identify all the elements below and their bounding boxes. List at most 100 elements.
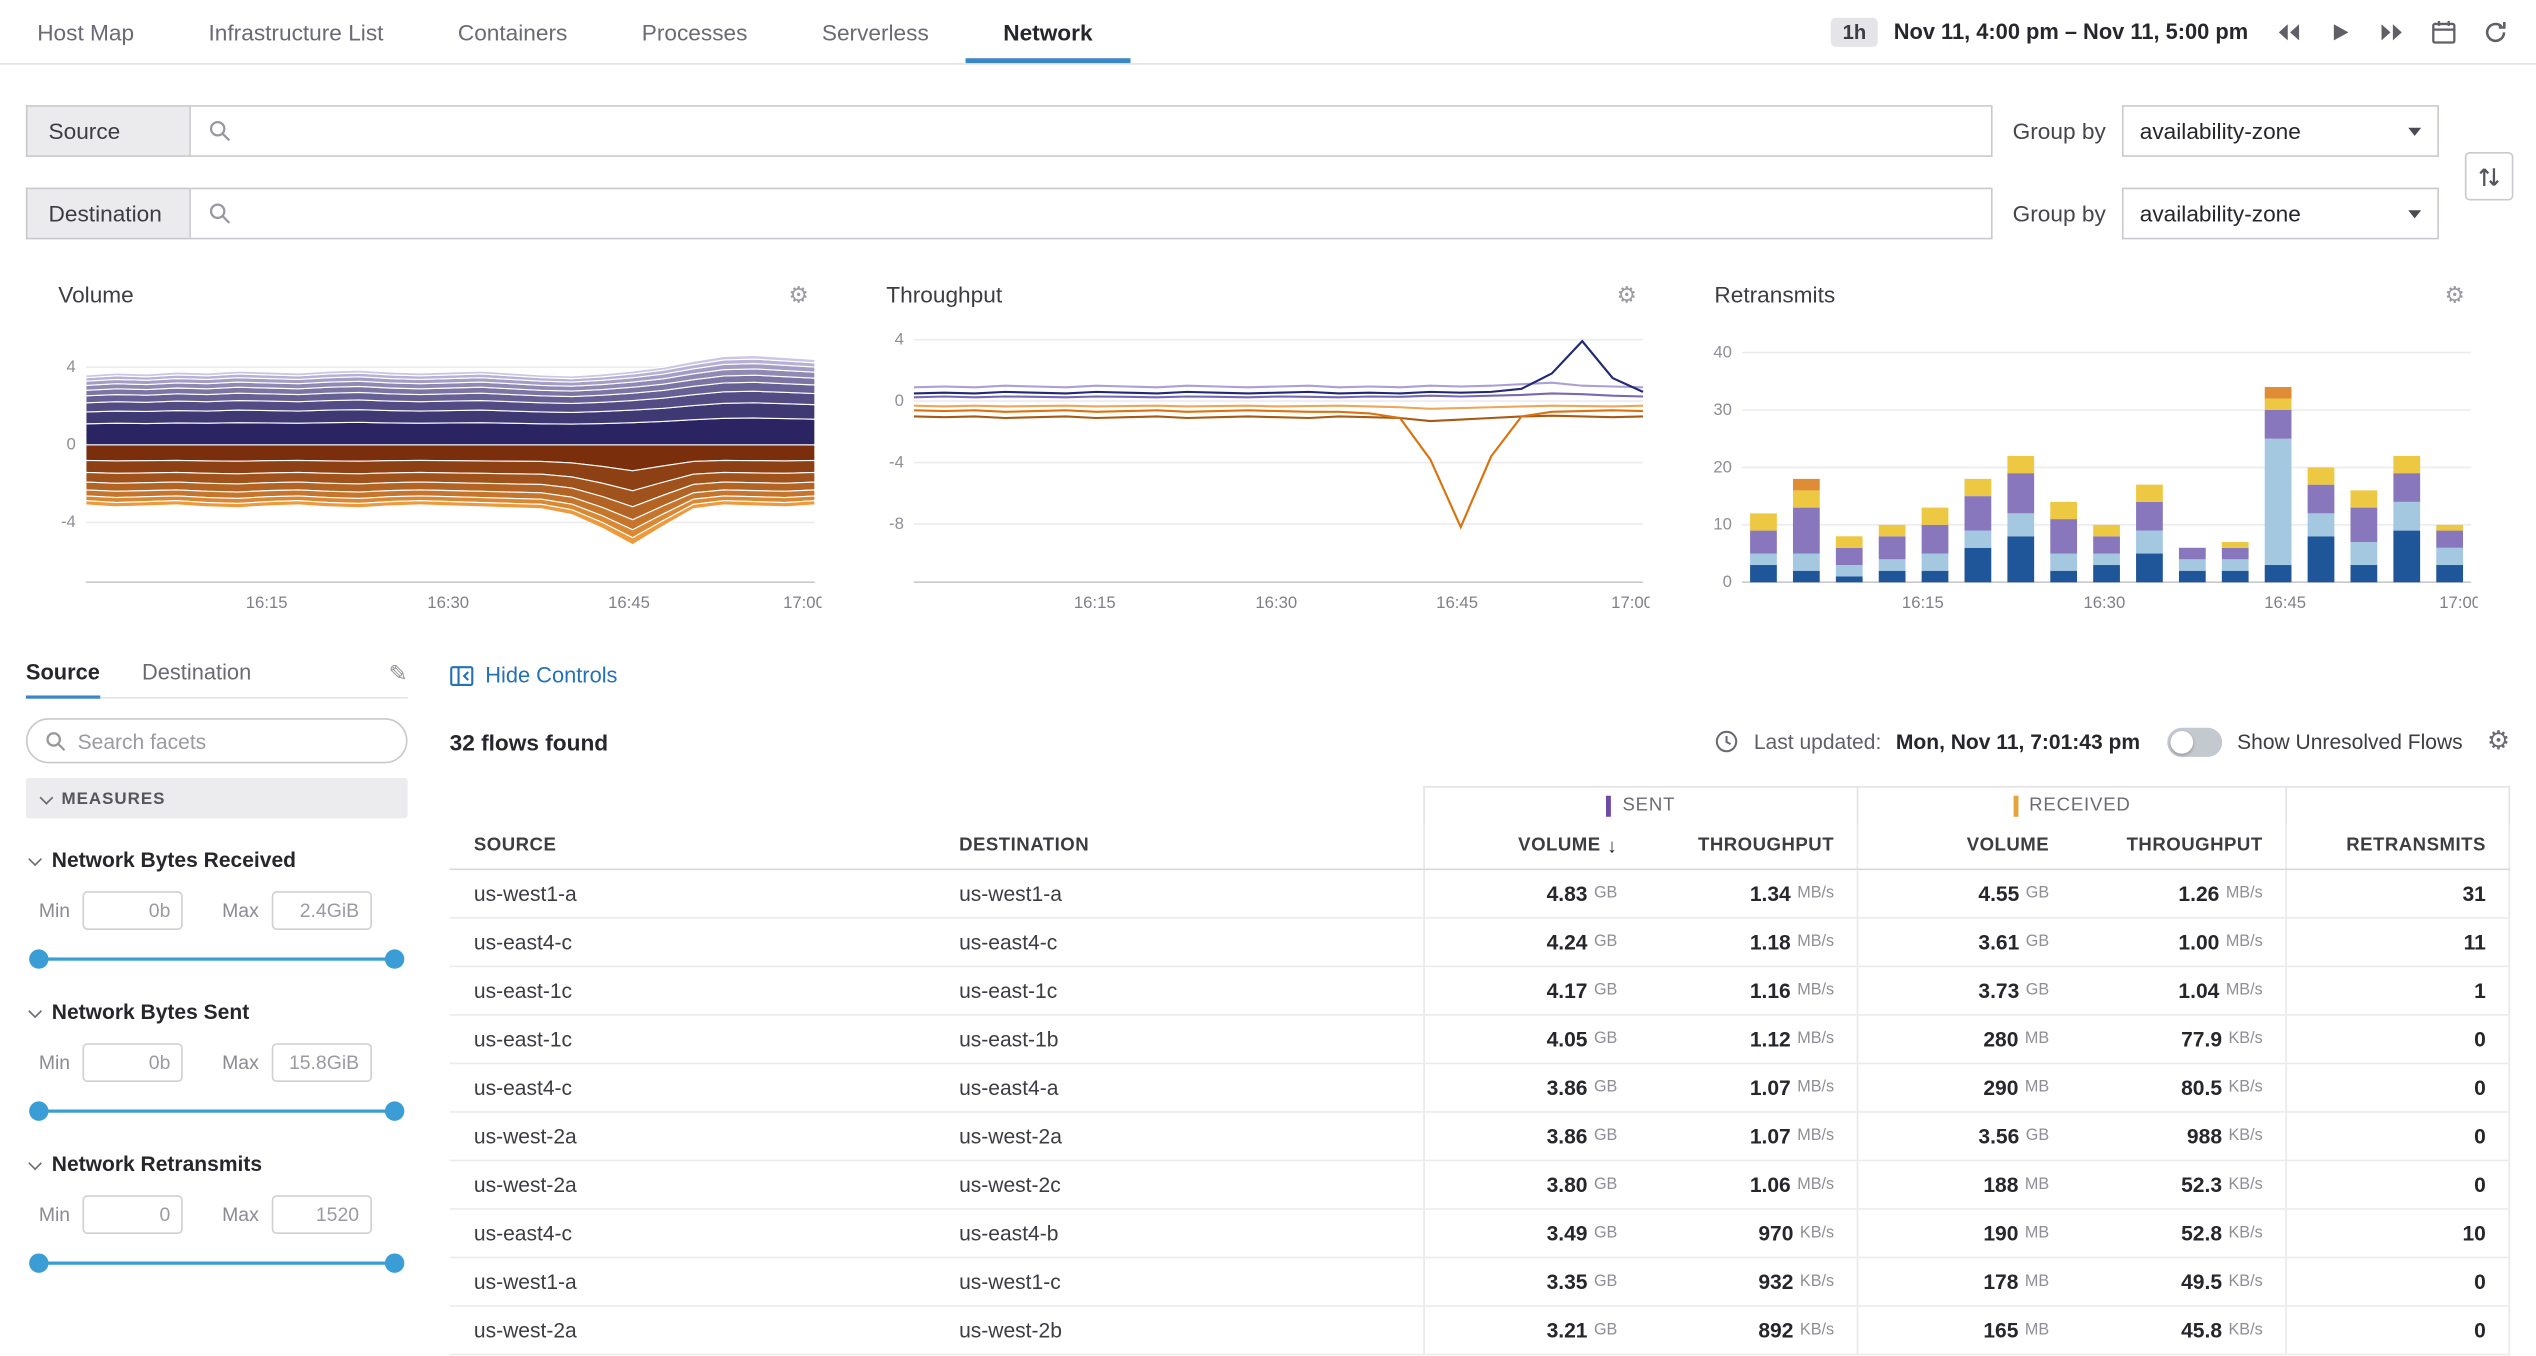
slider-handle-max[interactable] <box>385 1101 404 1120</box>
svg-text:-8: -8 <box>889 515 904 533</box>
column-header-retransmits[interactable]: RETRANSMITS <box>2285 824 2510 868</box>
hide-controls-link[interactable]: Hide Controls <box>450 663 618 687</box>
table-row[interactable]: us-west-2aus-west-2c3.80GB1.06MB/s188MB5… <box>450 1160 2511 1209</box>
flows-main: Hide Controls 32 flows found Last update… <box>450 650 2511 1354</box>
cell-received-volume: 280MB <box>1857 1015 2072 1062</box>
slider-handle-min[interactable] <box>29 949 48 968</box>
edit-facets-pencil-icon[interactable]: ✎ <box>389 660 408 687</box>
cell-value: 1 <box>2474 978 2486 1002</box>
cell-received-throughput: 80.5KB/s <box>2072 1063 2285 1110</box>
group-by-label: Group by <box>2013 201 2106 227</box>
column-header-destination[interactable]: DESTINATION <box>935 824 1423 868</box>
nav-tab-infrastructure-list[interactable]: Infrastructure List <box>171 0 420 63</box>
facet-header[interactable]: Network Bytes Received <box>26 847 408 871</box>
cell-destination: us-west-2c <box>935 1160 1423 1207</box>
gear-icon[interactable]: ⚙ <box>788 283 808 306</box>
table-row[interactable]: us-west1-aus-west1-c3.35GB932KB/s178MB49… <box>450 1257 2511 1306</box>
cell-value: 165 <box>1983 1317 2018 1341</box>
table-row[interactable]: us-west-2aus-west-2a3.86GB1.07MB/s3.56GB… <box>450 1112 2511 1161</box>
measures-section-header[interactable]: MEASURES <box>26 778 408 818</box>
cell-sent-throughput: 892KB/s <box>1640 1306 1857 1353</box>
table-row[interactable]: us-east-1cus-east-1b4.05GB1.12MB/s280MB7… <box>450 1015 2511 1064</box>
time-range-text[interactable]: Nov 11, 4:00 pm – Nov 11, 5:00 pm <box>1894 19 2248 43</box>
last-updated-label: Last updated: <box>1754 729 1881 753</box>
rewind-icon[interactable] <box>2271 14 2307 50</box>
refresh-icon[interactable] <box>2478 14 2514 50</box>
table-row[interactable]: us-east4-cus-east4-b3.49GB970KB/s190MB52… <box>450 1209 2511 1258</box>
facet-group-network-bytes-sent: Network Bytes SentMinMax <box>26 1000 408 1123</box>
cell-sent-volume: 4.83GB <box>1423 869 1640 916</box>
retransmits-chart[interactable]: 01020304016:1516:3016:4517:00 <box>1689 314 2478 637</box>
svg-text:4: 4 <box>67 358 76 376</box>
slider-handle-min[interactable] <box>29 1253 48 1272</box>
nav-tab-processes[interactable]: Processes <box>605 0 785 63</box>
table-row[interactable]: us-west1-aus-west1-a4.83GB1.34MB/s4.55GB… <box>450 869 2511 918</box>
cell-value: 4.24 <box>1547 929 1588 953</box>
destination-group-by-select[interactable]: availability-zone <box>2122 188 2439 240</box>
min-input[interactable] <box>83 1043 183 1082</box>
slider-handle-max[interactable] <box>385 949 404 968</box>
slider-handle-min[interactable] <box>29 1101 48 1120</box>
cell-destination: us-west1-c <box>935 1257 1423 1304</box>
gear-icon[interactable]: ⚙ <box>2445 283 2465 306</box>
cell-value: 0 <box>2474 1317 2486 1341</box>
cell-unit: KB/s <box>2229 1029 2263 1047</box>
facet-header[interactable]: Network Retransmits <box>26 1152 408 1176</box>
volume-chart[interactable]: 40-416:1516:3016:4517:00 <box>32 314 821 637</box>
column-header-sent-throughput[interactable]: THROUGHPUT <box>1640 824 1857 868</box>
cell-unit: MB/s <box>2226 981 2263 999</box>
table-row[interactable]: us-west-2aus-west-2b3.21GB892KB/s165MB45… <box>450 1306 2511 1355</box>
cell-received-volume: 165MB <box>1857 1306 2072 1353</box>
cell-received-throughput: 1.04MB/s <box>2072 966 2285 1013</box>
nav-tab-containers[interactable]: Containers <box>421 0 605 63</box>
destination-search-input[interactable] <box>243 201 1992 227</box>
range-slider[interactable] <box>29 1100 404 1123</box>
time-range-badge[interactable]: 1h <box>1831 17 1877 46</box>
max-input[interactable] <box>272 1043 372 1082</box>
slider-track <box>37 957 396 960</box>
cell-value: 49.5 <box>2181 1269 2222 1293</box>
range-slider[interactable] <box>29 948 404 971</box>
play-icon[interactable] <box>2323 14 2359 50</box>
destination-filter-row: Destination Group by availability-zone <box>26 188 2439 240</box>
cell-value: 0 <box>2474 1269 2486 1293</box>
facet-tab-destination[interactable]: Destination <box>142 649 251 698</box>
svg-text:16:15: 16:15 <box>1074 594 1116 612</box>
nav-tab-network[interactable]: Network <box>966 0 1130 63</box>
min-input[interactable] <box>83 891 183 930</box>
cell-value: 4.05 <box>1547 1026 1588 1050</box>
range-slider[interactable] <box>29 1252 404 1275</box>
received-group-header: RECEIVED <box>1857 785 2286 824</box>
table-row[interactable]: us-east-1cus-east-1c4.17GB1.16MB/s3.73GB… <box>450 966 2511 1015</box>
column-header-sent-volume[interactable]: VOLUME ↓ <box>1423 824 1640 868</box>
slider-handle-max[interactable] <box>385 1253 404 1272</box>
throughput-chart[interactable]: 40-4-816:1516:3016:4517:00 <box>860 314 1649 637</box>
table-settings-gear-icon[interactable]: ⚙ <box>2487 729 2510 755</box>
column-header-source[interactable]: SOURCE <box>450 824 935 868</box>
column-header-received-throughput[interactable]: THROUGHPUT <box>2072 824 2285 868</box>
facet-search-input[interactable] <box>78 729 389 753</box>
min-input[interactable] <box>83 1195 183 1234</box>
table-row[interactable]: us-east4-cus-east4-c4.24GB1.18MB/s3.61GB… <box>450 918 2511 967</box>
max-input[interactable] <box>272 891 372 930</box>
column-header-received-volume[interactable]: VOLUME <box>1857 824 2072 868</box>
chevron-down-icon <box>28 1004 42 1018</box>
max-input[interactable] <box>272 1195 372 1234</box>
fast-forward-icon[interactable] <box>2374 14 2410 50</box>
nav-tab-host-map[interactable]: Host Map <box>0 0 171 63</box>
cell-unit: MB/s <box>1797 884 1834 902</box>
calendar-icon[interactable] <box>2426 14 2462 50</box>
gear-icon[interactable]: ⚙ <box>1616 283 1636 306</box>
source-search-input[interactable] <box>243 118 1992 144</box>
show-unresolved-flows-toggle[interactable] <box>2168 727 2223 756</box>
facet-tab-source[interactable]: Source <box>26 649 100 698</box>
flows-toolbar-right: Last updated: Mon, Nov 11, 7:01:43 pm Sh… <box>1715 727 2510 756</box>
nav-tab-serverless[interactable]: Serverless <box>785 0 966 63</box>
swap-source-destination-button[interactable] <box>2465 152 2514 201</box>
chart-header: Throughput ⚙ <box>860 275 1649 314</box>
cell-retransmits: 0 <box>2285 1112 2510 1159</box>
facet-header[interactable]: Network Bytes Sent <box>26 1000 408 1024</box>
table-row[interactable]: us-east4-cus-east4-a3.86GB1.07MB/s290MB8… <box>450 1063 2511 1112</box>
cell-sent-throughput: 1.07MB/s <box>1640 1112 1857 1159</box>
source-group-by-select[interactable]: availability-zone <box>2122 105 2439 157</box>
